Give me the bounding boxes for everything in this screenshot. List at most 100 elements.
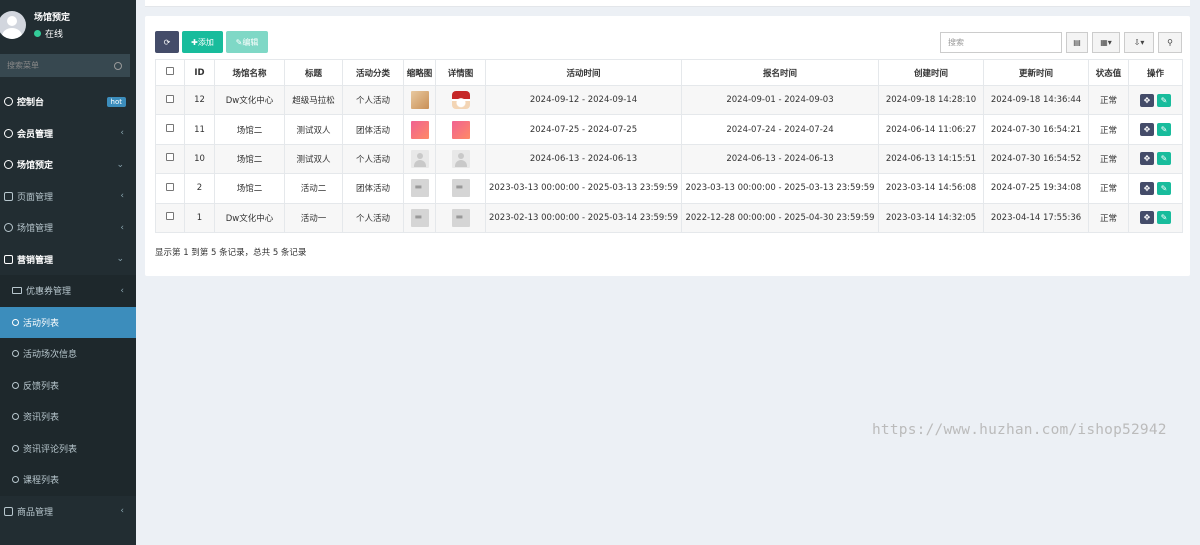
column-header[interactable]: 更新时间 <box>983 59 1089 86</box>
table-row[interactable]: 10 场馆二 测试双人 个人活动 2024-06-13 - 2024-06-13… <box>155 143 1183 175</box>
row-select-cell <box>155 143 185 175</box>
ops-cell: ✥ ✎ <box>1128 202 1183 233</box>
drag-handle-icon[interactable]: ✥ <box>1140 93 1154 107</box>
detail-image[interactable] <box>451 91 470 110</box>
thumb-cell <box>403 173 436 204</box>
table-search-input[interactable]: 搜索 <box>940 32 1062 53</box>
detail-image[interactable] <box>451 120 470 139</box>
row-checkbox[interactable] <box>166 212 174 221</box>
sidebar-item-label: 控制台 <box>17 98 45 109</box>
ops-cell: ✥ ✎ <box>1128 84 1183 116</box>
table-row[interactable]: 11 场馆二 测试双人 团体活动 2024-07-25 - 2024-07-25… <box>155 114 1183 145</box>
thumbnail-image[interactable] <box>410 208 429 227</box>
thumbnail-image[interactable] <box>410 91 429 110</box>
sidebar-item-label: 资讯列表 <box>23 413 60 424</box>
updated-cell: 2024-07-30 16:54:21 <box>983 114 1089 145</box>
thumbnail-image[interactable] <box>410 179 429 198</box>
column-header[interactable]: 标题 <box>284 59 343 86</box>
edit-button-label: 编辑 <box>242 37 259 47</box>
sidebar-item-courses[interactable]: 课程列表 <box>0 464 136 496</box>
circle-icon <box>12 350 19 358</box>
user-status-text: 在线 <box>45 30 64 40</box>
select-all-checkbox[interactable] <box>166 67 174 75</box>
row-select-cell <box>155 202 185 233</box>
export-icon: ⇩▾ <box>1133 38 1145 47</box>
sidebar-item-marketing[interactable]: 营销管理 ⌄ <box>0 244 136 276</box>
edit-button[interactable]: ✎ 编辑 <box>226 31 268 53</box>
row-checkbox[interactable] <box>166 182 174 191</box>
sidebar-item-products[interactable]: 商品管理 ‹ <box>0 496 136 528</box>
activity-time-cell: 2023-03-13 00:00:00 - 2025-03-13 23:59:5… <box>485 173 682 204</box>
chevron-left-icon: ‹ <box>120 128 124 139</box>
user-name: 场馆预定 <box>34 13 71 23</box>
sidebar-item-members[interactable]: 会员管理 ‹ <box>0 118 136 150</box>
row-edit-button[interactable]: ✎ <box>1157 211 1171 225</box>
circle-icon <box>12 318 19 326</box>
sidebar-item-label: 页面管理 <box>17 192 54 203</box>
detail-cell <box>435 84 486 116</box>
detail-image[interactable] <box>451 208 470 227</box>
sidebar-item-news[interactable]: 资讯列表 <box>0 401 136 433</box>
export-button[interactable]: ⇩▾ <box>1124 32 1154 53</box>
add-button[interactable]: ✚ 添加 <box>182 31 223 53</box>
sidebar-item-activity-sessions[interactable]: 活动场次信息 <box>0 338 136 370</box>
columns-button[interactable]: ▦▾ <box>1092 32 1120 53</box>
sidebar-item-feedback[interactable]: 反馈列表 <box>0 369 136 401</box>
title-cell: 活动二 <box>284 173 343 204</box>
circle-icon <box>12 381 19 389</box>
advanced-search-button[interactable]: ⚲ <box>1158 32 1182 53</box>
sidebar-item-coupons[interactable]: 优惠券管理 ‹ <box>0 275 136 307</box>
activity-time-cell: 2023-02-13 00:00:00 - 2025-03-14 23:59:5… <box>485 202 682 233</box>
gear-icon <box>4 223 13 233</box>
row-edit-button[interactable]: ✎ <box>1157 123 1171 137</box>
column-header[interactable]: 详情图 <box>435 59 486 86</box>
table-row[interactable]: 1 Dw文化中心 活动一 个人活动 2023-02-13 00:00:00 - … <box>155 202 1183 233</box>
sidebar-search-input[interactable]: 搜索菜单 <box>0 54 130 77</box>
avatar[interactable] <box>0 11 26 39</box>
sidebar-item-news-comments[interactable]: 资讯评论列表 <box>0 432 136 464</box>
row-edit-button[interactable]: ✎ <box>1157 152 1171 166</box>
column-header[interactable]: 创建时间 <box>878 59 984 86</box>
row-checkbox[interactable] <box>166 153 174 162</box>
row-edit-button[interactable]: ✎ <box>1157 181 1171 195</box>
sidebar-item-venues[interactable]: 场馆管理 ‹ <box>0 212 136 244</box>
drag-handle-icon[interactable]: ✥ <box>1140 211 1154 225</box>
sidebar-item-dashboard[interactable]: 控制台 hot <box>0 86 136 118</box>
created-cell: 2023-03-14 14:56:08 <box>878 173 984 204</box>
drag-handle-icon[interactable]: ✥ <box>1140 181 1154 195</box>
circle-icon <box>12 413 19 421</box>
ops-cell: ✥ ✎ <box>1128 173 1183 204</box>
column-header[interactable]: 缩略图 <box>403 59 436 86</box>
search-icon[interactable] <box>114 61 122 70</box>
detail-image[interactable] <box>451 149 470 168</box>
created-cell: 2024-06-13 14:15:51 <box>878 143 984 175</box>
toggle-view-button[interactable]: ▤ <box>1066 32 1088 53</box>
column-header[interactable]: 活动分类 <box>342 59 404 86</box>
status-cell: 正常 <box>1088 143 1129 175</box>
plus-icon: ✚ <box>191 37 198 47</box>
row-checkbox[interactable] <box>166 124 174 133</box>
column-header[interactable]: ID <box>184 59 215 86</box>
sidebar-item-activity-list[interactable]: 活动列表 <box>0 306 136 338</box>
add-button-label: 添加 <box>197 37 214 47</box>
column-header[interactable]: 活动时间 <box>485 59 682 86</box>
thumbnail-image[interactable] <box>410 149 429 168</box>
detail-image[interactable] <box>451 179 470 198</box>
user-panel: 场馆预定 在线 <box>0 0 136 50</box>
refresh-button[interactable]: ⟳ <box>155 31 179 53</box>
sidebar-item-pages[interactable]: 页面管理 ‹ <box>0 181 136 213</box>
drag-handle-icon[interactable]: ✥ <box>1140 152 1154 166</box>
thumbnail-image[interactable] <box>410 120 429 139</box>
row-checkbox[interactable] <box>166 94 174 103</box>
table-view-icon: ▤ <box>1073 38 1081 47</box>
column-header[interactable]: 状态值 <box>1088 59 1129 86</box>
table-row[interactable]: 12 Dw文化中心 超级马拉松 个人活动 2024-09-12 - 2024-0… <box>155 84 1183 116</box>
thumb-cell <box>403 202 436 233</box>
table-row[interactable]: 2 场馆二 活动二 团体活动 2023-03-13 00:00:00 - 202… <box>155 173 1183 204</box>
sidebar-item-venue-booking[interactable]: 场馆预定 ⌄ <box>0 149 136 181</box>
column-header[interactable]: 场馆名称 <box>214 59 285 86</box>
user-icon <box>4 128 13 138</box>
row-edit-button[interactable]: ✎ <box>1157 93 1171 107</box>
drag-handle-icon[interactable]: ✥ <box>1140 123 1154 137</box>
column-header[interactable]: 报名时间 <box>681 59 879 86</box>
